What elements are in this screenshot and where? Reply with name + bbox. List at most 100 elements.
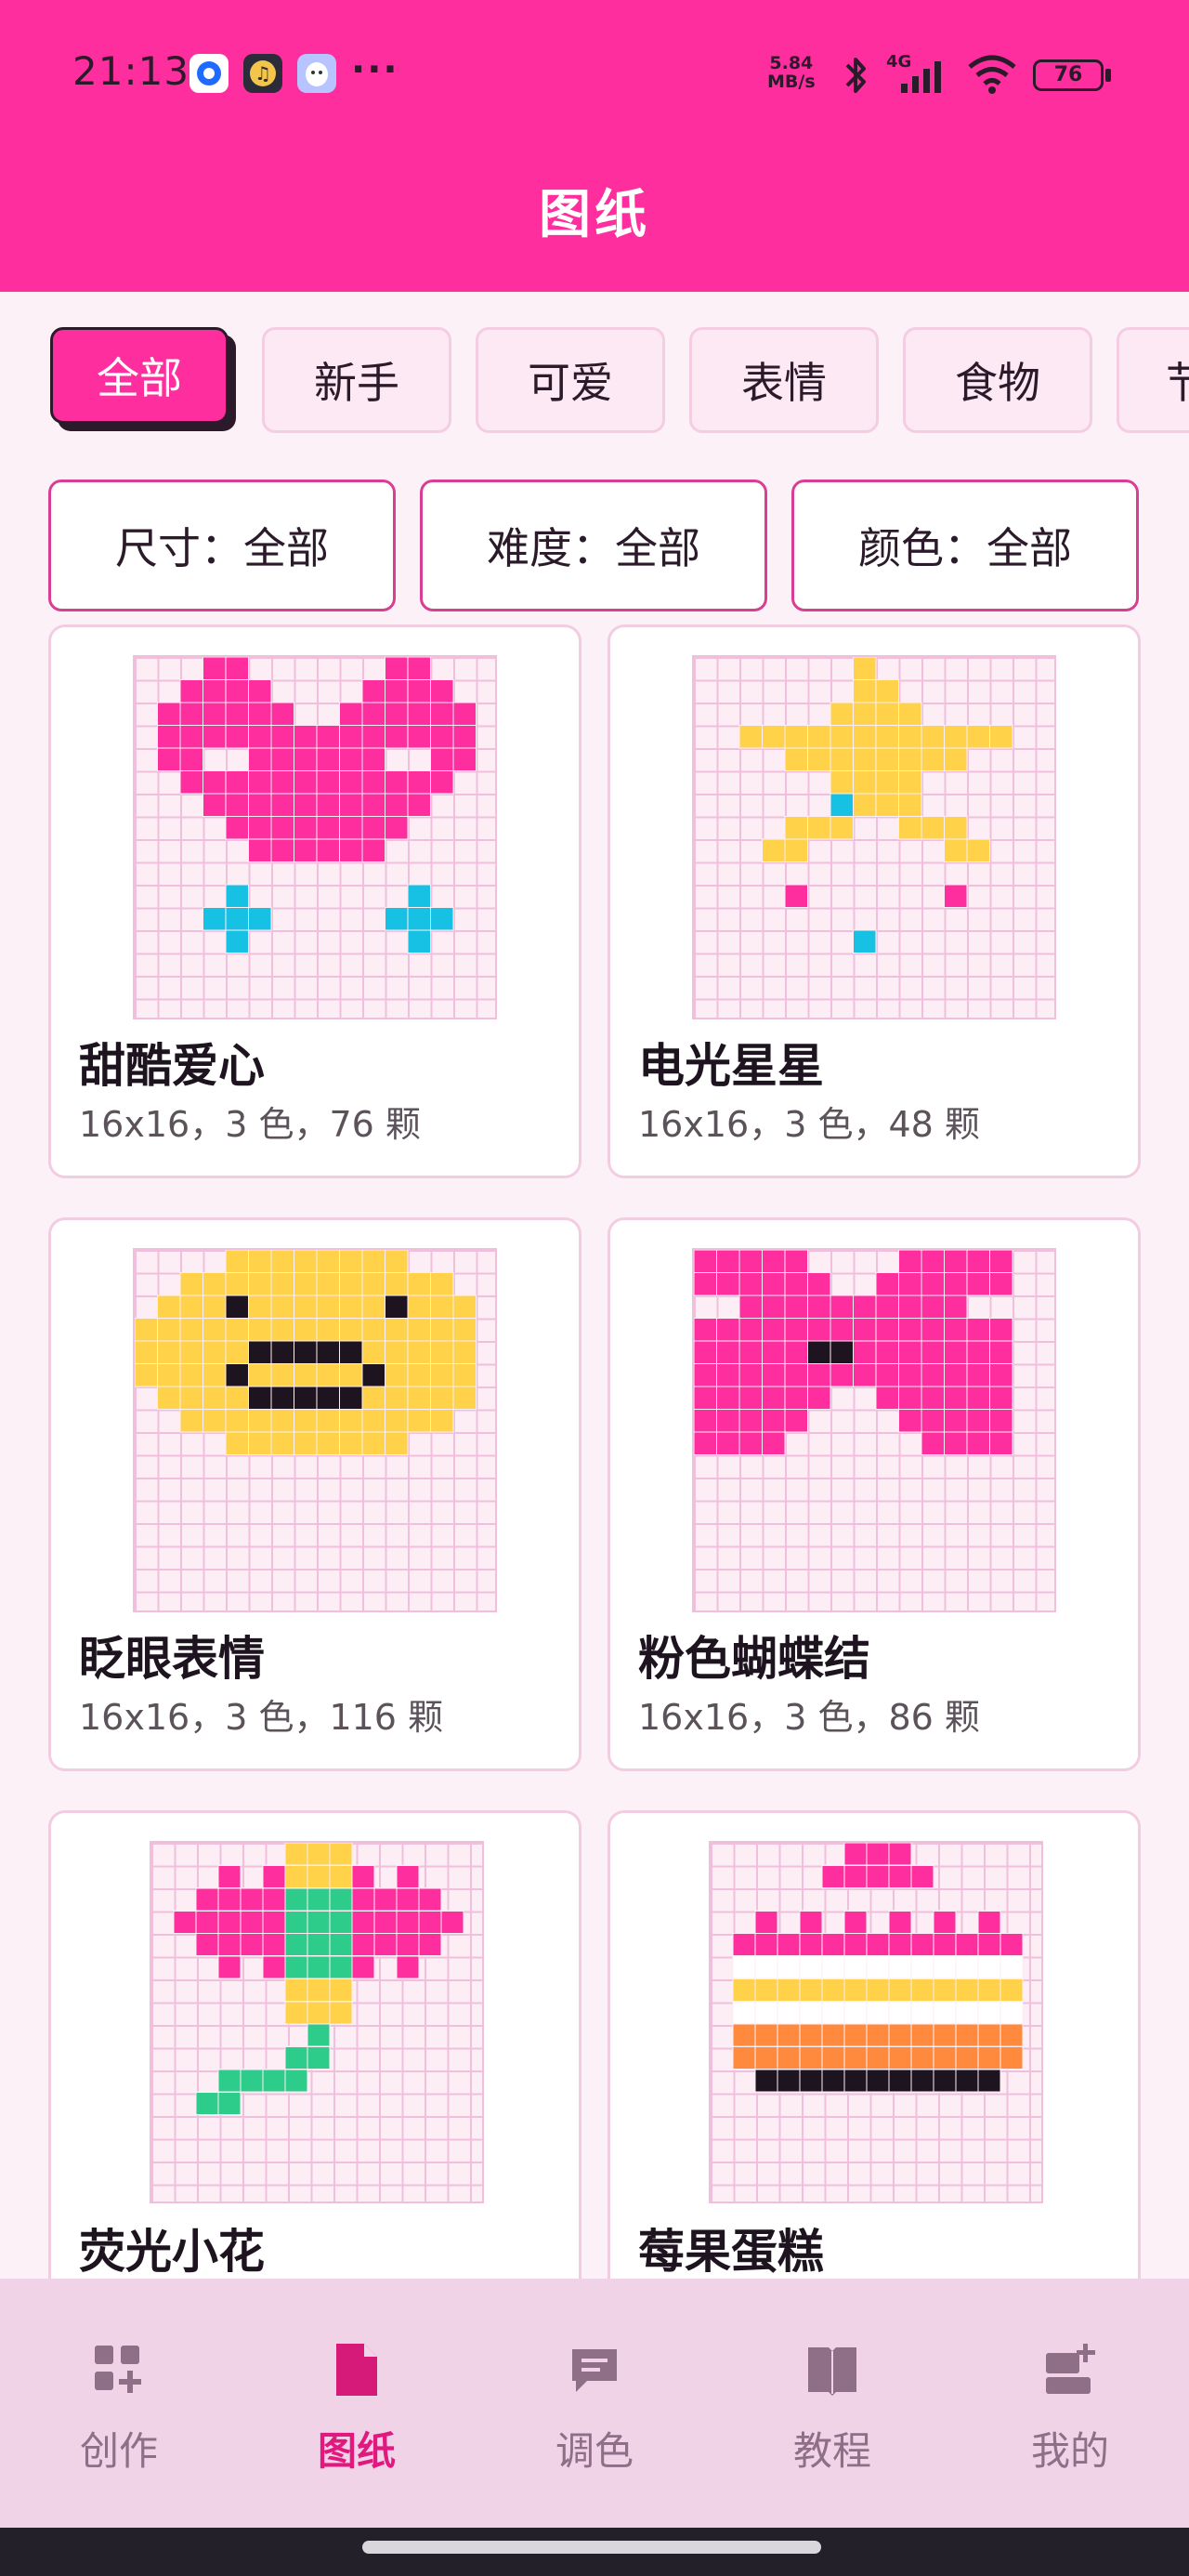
- bead-pixel: [799, 2023, 823, 2048]
- bead-pixel: [217, 1887, 242, 1912]
- pattern-card[interactable]: 粉色蝴蝶结 16x16，3 色，86 颗: [608, 1217, 1141, 1771]
- bead-pixel: [852, 929, 877, 954]
- bead-pixel: [843, 2000, 868, 2025]
- bead-pixel: [384, 1271, 409, 1296]
- heart-pattern-icon: [156, 657, 477, 954]
- pattern-card[interactable]: 甜酷爱心 16x16，3 色，76 颗: [48, 624, 581, 1178]
- bead-pixel: [910, 2045, 934, 2070]
- difficulty-filter-dropdown[interactable]: 难度：全部: [420, 480, 767, 611]
- bead-pixel: [156, 1340, 181, 1365]
- bead-pixel: [195, 1910, 219, 1935]
- bead-pixel: [866, 2069, 890, 2093]
- bead-pixel: [875, 1340, 900, 1365]
- bead-pixel: [307, 2000, 331, 2025]
- bead-pixel: [852, 793, 877, 818]
- bead-pixel: [351, 1932, 375, 1957]
- bead-pixel: [307, 1887, 331, 1912]
- tab-cute[interactable]: 可爱: [476, 327, 665, 433]
- bead-pixel: [338, 1250, 363, 1274]
- bead-pixel: [921, 1362, 946, 1387]
- bead-pixel: [943, 1340, 968, 1365]
- nav-label: 调色: [555, 2428, 634, 2474]
- bead-pixel: [738, 1362, 764, 1387]
- bead-pixel: [966, 1431, 991, 1456]
- bead-pixel: [955, 1978, 979, 2003]
- bead-pixel: [429, 1295, 454, 1320]
- bead-pixel: [1000, 1955, 1024, 1979]
- bead-pixel: [202, 1317, 227, 1342]
- bead-pixel: [1000, 2023, 1024, 2048]
- nav-mine[interactable]: 我的: [951, 2279, 1189, 2528]
- bead-pixel: [179, 678, 204, 703]
- home-indicator[interactable]: [362, 2541, 821, 2554]
- bead-pixel: [179, 1295, 204, 1320]
- tab-all[interactable]: 全部: [50, 327, 229, 424]
- bead-pixel: [293, 838, 318, 863]
- bead-pixel: [247, 1386, 272, 1411]
- bead-pixel: [732, 1932, 756, 1957]
- tab-emoji[interactable]: 表情: [689, 327, 879, 433]
- nav-create[interactable]: 创作: [0, 2279, 238, 2528]
- bead-pixel: [943, 1386, 968, 1411]
- bead-pixel: [910, 1932, 934, 1957]
- bead-pixel: [955, 1932, 979, 1957]
- bead-pixel: [407, 793, 432, 818]
- size-filter-dropdown[interactable]: 尺寸：全部: [48, 480, 396, 611]
- tab-beginner[interactable]: 新手: [262, 327, 451, 433]
- bead-pixel: [316, 793, 341, 818]
- pattern-card[interactable]: 莓果蛋糕: [608, 1810, 1141, 2279]
- bead-pixel: [852, 702, 877, 727]
- more-notifications-icon: ···: [351, 48, 399, 91]
- pattern-card[interactable]: 眨眼表情 16x16，3 色，116 颗: [48, 1217, 581, 1771]
- nav-patterns[interactable]: 图纸: [238, 2279, 476, 2528]
- bow-pattern-preview: [692, 1248, 1056, 1612]
- bead-pixel: [225, 1295, 250, 1320]
- pattern-meta: 16x16，3 色，86 颗: [638, 1697, 980, 1738]
- bead-pixel: [284, 2045, 308, 2070]
- bead-pixel: [988, 1340, 1013, 1365]
- bead-pixel: [732, 2045, 756, 2070]
- bead-pixel: [351, 1887, 375, 1912]
- bead-pixel: [270, 1250, 295, 1274]
- bead-pixel: [866, 1932, 890, 1957]
- bead-pixel: [284, 1978, 308, 2003]
- bead-pixel: [452, 747, 477, 772]
- bead-pixel: [293, 815, 318, 840]
- nav-tutorial[interactable]: 教程: [713, 2279, 951, 2528]
- bead-pixel: [307, 1843, 331, 1867]
- bead-pixel: [247, 702, 272, 727]
- color-filter-dropdown[interactable]: 颜色：全部: [791, 480, 1139, 611]
- bead-pixel: [866, 2000, 890, 2025]
- tab-festival[interactable]: 节: [1117, 327, 1189, 433]
- bead-pixel: [977, 2000, 1001, 2025]
- bead-pixel: [361, 1250, 386, 1274]
- tab-food[interactable]: 食物: [903, 327, 1092, 433]
- bead-pixel: [247, 1317, 272, 1342]
- bead-pixel: [247, 815, 272, 840]
- bead-pixel: [262, 1955, 286, 1979]
- bead-pixel: [225, 793, 250, 818]
- nav-palette[interactable]: 调色: [476, 2279, 713, 2528]
- bead-pixel: [262, 1887, 286, 1912]
- bead-pixel: [329, 1910, 353, 1935]
- flower-pattern-icon: [173, 1843, 464, 2116]
- bead-pixel: [777, 2000, 801, 2025]
- bead-pixel: [225, 815, 250, 840]
- bead-pixel: [361, 747, 386, 772]
- pattern-card[interactable]: 电光星星 16x16，3 色，48 颗: [608, 624, 1141, 1178]
- bead-pixel: [988, 1250, 1013, 1274]
- bead-pixel: [396, 1932, 420, 1957]
- bead-pixel: [240, 1932, 264, 1957]
- bead-pixel: [830, 1340, 855, 1365]
- bead-pixel: [943, 838, 968, 863]
- pattern-name: 甜酷爱心: [79, 1039, 265, 1093]
- status-bar: 21:13 ♫ ··· 5.84 MB/s 4G 76: [0, 0, 1189, 149]
- bead-pixel: [407, 724, 432, 749]
- bead-pixel: [933, 2045, 957, 2070]
- bead-pixel: [897, 1386, 922, 1411]
- pattern-card[interactable]: 荧光小花: [48, 1810, 581, 2279]
- bead-pixel: [888, 1843, 912, 1867]
- bead-pixel: [307, 1955, 331, 1979]
- bead-pixel: [715, 1386, 740, 1411]
- bead-pixel: [943, 747, 968, 772]
